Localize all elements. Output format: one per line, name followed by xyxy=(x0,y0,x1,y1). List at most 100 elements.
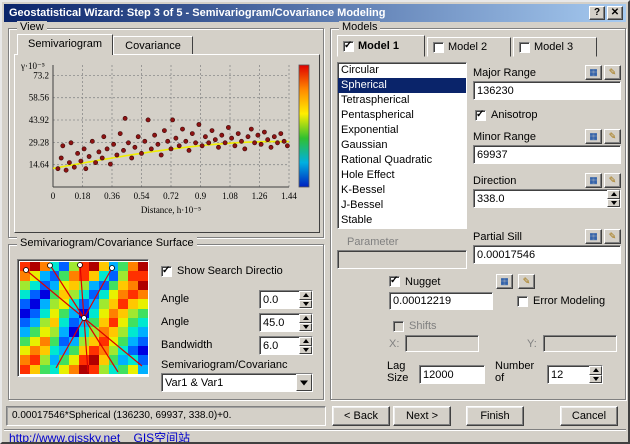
finish-button-label: Finish xyxy=(480,410,509,422)
footer-link[interactable]: http://www.gissky.net GIS空间站 xyxy=(9,429,190,444)
model-list-item[interactable]: Rational Quadratic xyxy=(338,153,466,168)
number-of-lags-spinner[interactable] xyxy=(589,366,602,383)
spin-up-icon[interactable] xyxy=(299,314,312,323)
spin-down-icon[interactable] xyxy=(299,323,312,332)
direction-spinner[interactable] xyxy=(607,190,620,207)
tab-semivariogram[interactable]: Semivariogram xyxy=(17,34,113,55)
show-search-direction-checkbox[interactable]: Show Search Directio xyxy=(161,265,283,277)
model-list-item[interactable]: Pentaspherical xyxy=(338,108,466,123)
shift-y-input xyxy=(543,335,617,352)
angle-direction-spinner[interactable] xyxy=(299,291,312,308)
angle-direction-input[interactable]: 0.0 xyxy=(259,290,313,309)
tab-model-2[interactable]: Model 2 xyxy=(427,37,511,57)
number-of-lags-label-line2: of xyxy=(495,372,504,384)
models-group: Models Model 1 Model 2 Model 3 CircularS… xyxy=(330,28,626,400)
partial-sill-edit-button[interactable]: ✎ xyxy=(604,229,621,244)
search-direction-overlay xyxy=(20,262,148,374)
minor-range-edit-button[interactable]: ✎ xyxy=(604,129,621,144)
svg-text:0.72: 0.72 xyxy=(163,191,179,201)
model-3-checkbox-icon[interactable] xyxy=(519,42,530,53)
major-range-input[interactable]: 136230 xyxy=(473,81,621,100)
finish-button[interactable]: Finish xyxy=(466,406,524,426)
help-button[interactable]: ? xyxy=(589,6,605,20)
back-button[interactable]: < Back xyxy=(332,406,390,426)
footer-bar: http://www.gissky.net GIS空间站 xyxy=(4,429,626,444)
minor-range-input[interactable]: 69937 xyxy=(473,145,621,164)
model-list-item[interactable]: Spherical xyxy=(338,78,466,93)
direction-input[interactable]: 338.0 xyxy=(473,189,621,208)
spin-down-icon[interactable] xyxy=(589,375,602,384)
svg-text:0: 0 xyxy=(51,191,56,201)
spin-up-icon[interactable] xyxy=(589,366,602,375)
angle-tolerance-label: Angle xyxy=(161,316,189,328)
spin-up-icon[interactable] xyxy=(299,291,312,300)
variable-pair-select[interactable]: Var1 & Var1 xyxy=(161,373,313,392)
spin-down-icon[interactable] xyxy=(299,346,312,355)
bandwidth-input[interactable]: 6.0 xyxy=(259,336,313,355)
checkbox-unchecked-icon xyxy=(517,296,528,307)
dropdown-arrow-icon[interactable] xyxy=(296,374,312,391)
partial-sill-input[interactable]: 0.00017546 xyxy=(473,245,621,264)
error-modeling-checkbox[interactable]: Error Modeling xyxy=(517,295,605,307)
angle-tolerance-input[interactable]: 45.0 xyxy=(259,313,313,332)
angle-tolerance-spinner[interactable] xyxy=(299,314,312,331)
model-2-checkbox-icon[interactable] xyxy=(433,42,444,53)
surface-map[interactable] xyxy=(17,259,149,377)
major-range-auto-button[interactable]: ▦ xyxy=(585,65,602,80)
model-list-item[interactable]: J-Bessel xyxy=(338,198,466,213)
checkbox-disabled-icon xyxy=(393,321,404,332)
direction-edit-button[interactable]: ✎ xyxy=(604,173,621,188)
back-button-label: < Back xyxy=(344,410,378,422)
view-group-label: View xyxy=(17,21,47,34)
model-type-list[interactable]: CircularSphericalTetrasphericalPentasphe… xyxy=(337,62,467,229)
major-range-edit-button[interactable]: ✎ xyxy=(604,65,621,80)
tab-model-1-label: Model 1 xyxy=(358,40,399,52)
next-button-label: Next > xyxy=(406,410,438,422)
lag-size-input[interactable]: 12000 xyxy=(419,365,485,384)
bandwidth-spinner[interactable] xyxy=(299,337,312,354)
spin-down-icon[interactable] xyxy=(299,300,312,309)
angle-direction-label: Angle xyxy=(161,293,189,305)
number-of-lags-value: 12 xyxy=(551,369,563,381)
tab-covariance-label: Covariance xyxy=(125,40,181,52)
model-list-item[interactable]: Circular xyxy=(338,63,466,78)
model-list-item[interactable]: Gaussian xyxy=(338,138,466,153)
svg-text:γ·10⁻⁵: γ·10⁻⁵ xyxy=(20,61,45,71)
next-button[interactable]: Next > xyxy=(393,406,451,426)
surface-group: Semivariogram/Covariance Surface xyxy=(8,244,324,400)
model-list-item[interactable]: Tetraspherical xyxy=(338,93,466,108)
minor-range-auto-button[interactable]: ▦ xyxy=(585,129,602,144)
spin-down-icon[interactable] xyxy=(607,199,620,208)
surface-group-label: Semivariogram/Covariance Surface xyxy=(17,237,197,250)
spin-up-icon[interactable] xyxy=(607,190,620,199)
anisotropy-checkbox[interactable]: Anisotrop xyxy=(475,109,537,121)
svg-text:0.18: 0.18 xyxy=(75,191,91,201)
svg-text:1.26: 1.26 xyxy=(252,191,268,201)
tab-model-3[interactable]: Model 3 xyxy=(513,37,597,57)
titlebar[interactable]: Geostatistical Wizard: Step 3 of 5 - Sem… xyxy=(4,4,626,22)
direction-label: Direction xyxy=(473,175,516,187)
model-formula-text: 0.00017546*Spherical (136230, 69937, 338… xyxy=(12,410,231,421)
cancel-button[interactable]: Cancel xyxy=(560,406,618,426)
direction-auto-button[interactable]: ▦ xyxy=(585,173,602,188)
model-list-item[interactable]: K-Bessel xyxy=(338,183,466,198)
bandwidth-label: Bandwidth xyxy=(161,339,212,351)
major-range-value: 136230 xyxy=(477,85,514,97)
parameter-input xyxy=(337,250,467,269)
nugget-input[interactable]: 0.00012219 xyxy=(389,292,493,310)
nugget-checkbox-row[interactable]: Nugget ▦ ✎ xyxy=(389,274,535,289)
model-list-item[interactable]: Hole Effect xyxy=(338,168,466,183)
nugget-edit-button[interactable]: ✎ xyxy=(518,274,535,289)
model-list-item[interactable]: Stable xyxy=(338,213,466,228)
pencil-icon: ✎ xyxy=(609,231,617,241)
spin-up-icon[interactable] xyxy=(299,337,312,346)
tab-model-1[interactable]: Model 1 xyxy=(337,35,425,57)
tab-covariance[interactable]: Covariance xyxy=(113,36,193,55)
close-button[interactable]: ✕ xyxy=(607,6,623,20)
model-1-checkbox-icon[interactable] xyxy=(343,41,354,52)
number-of-lags-input[interactable]: 12 xyxy=(547,365,603,384)
nugget-auto-button[interactable]: ▦ xyxy=(496,274,513,289)
svg-text:43.92: 43.92 xyxy=(29,115,49,125)
partial-sill-auto-button[interactable]: ▦ xyxy=(585,229,602,244)
model-list-item[interactable]: Exponential xyxy=(338,123,466,138)
